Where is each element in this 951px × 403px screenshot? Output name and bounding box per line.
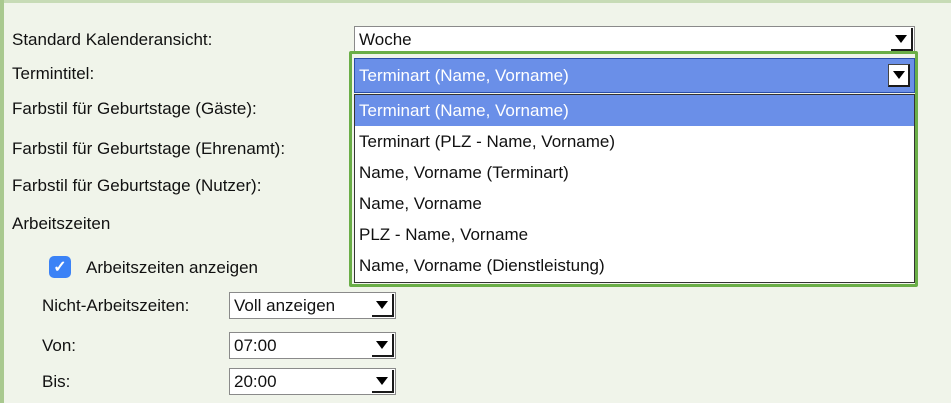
panel-top-border — [0, 0, 951, 3]
label-von: Von: — [42, 336, 77, 355]
chevron-down-icon[interactable] — [888, 64, 910, 87]
dropdown-option[interactable]: PLZ - Name, Vorname — [355, 219, 914, 250]
chevron-down-icon[interactable] — [372, 294, 394, 317]
chevron-down-icon[interactable] — [372, 370, 394, 393]
von-value: 07:00 — [234, 335, 277, 355]
termintitel-value: Terminart (Name, Vorname) — [359, 65, 569, 85]
label-nicht-arbeitszeiten: Nicht-Arbeitszeiten: — [42, 296, 190, 315]
termintitel-select[interactable]: Terminart (Name, Vorname) — [354, 58, 915, 93]
panel-left-border — [0, 0, 4, 403]
label-termintitel: Termintitel: — [12, 64, 95, 83]
dropdown-option[interactable]: Name, Vorname (Dienstleistung) — [355, 250, 914, 281]
nicht-arbeitszeiten-value: Voll anzeigen — [234, 295, 336, 315]
bis-value: 20:00 — [234, 371, 277, 391]
section-heading-arbeitszeiten: Arbeitszeiten — [12, 214, 111, 233]
checkmark-icon: ✓ — [53, 259, 67, 276]
arbeitszeiten-checkbox[interactable]: ✓ — [49, 256, 71, 278]
label-farbstil-ehrenamt: Farbstil für Geburtstage (Ehrenamt): — [12, 139, 286, 158]
von-select[interactable]: 07:00 — [229, 332, 396, 359]
standard-view-value: Woche — [359, 29, 412, 49]
dropdown-option[interactable]: Name, Vorname (Terminart) — [355, 157, 914, 188]
chevron-down-icon[interactable] — [372, 334, 394, 357]
nicht-arbeitszeiten-select[interactable]: Voll anzeigen — [229, 292, 396, 319]
dropdown-option[interactable]: Terminart (PLZ - Name, Vorname) — [355, 126, 914, 157]
label-bis: Bis: — [42, 372, 71, 391]
bis-select[interactable]: 20:00 — [229, 368, 396, 395]
label-arbeitszeiten-anzeigen[interactable]: Arbeitszeiten anzeigen — [86, 258, 258, 278]
label-standard-view: Standard Kalenderansicht: — [12, 30, 213, 49]
label-farbstil-nutzer: Farbstil für Geburtstage (Nutzer): — [12, 176, 262, 195]
standard-view-select[interactable]: Woche — [354, 26, 915, 53]
chevron-down-icon[interactable] — [891, 28, 913, 51]
dropdown-option[interactable]: Terminart (Name, Vorname) — [355, 95, 914, 126]
termintitel-dropdown-list: Terminart (Name, Vorname) Terminart (PLZ… — [354, 94, 915, 283]
dropdown-option[interactable]: Name, Vorname — [355, 188, 914, 219]
label-farbstil-gaeste: Farbstil für Geburtstage (Gäste): — [12, 99, 257, 118]
